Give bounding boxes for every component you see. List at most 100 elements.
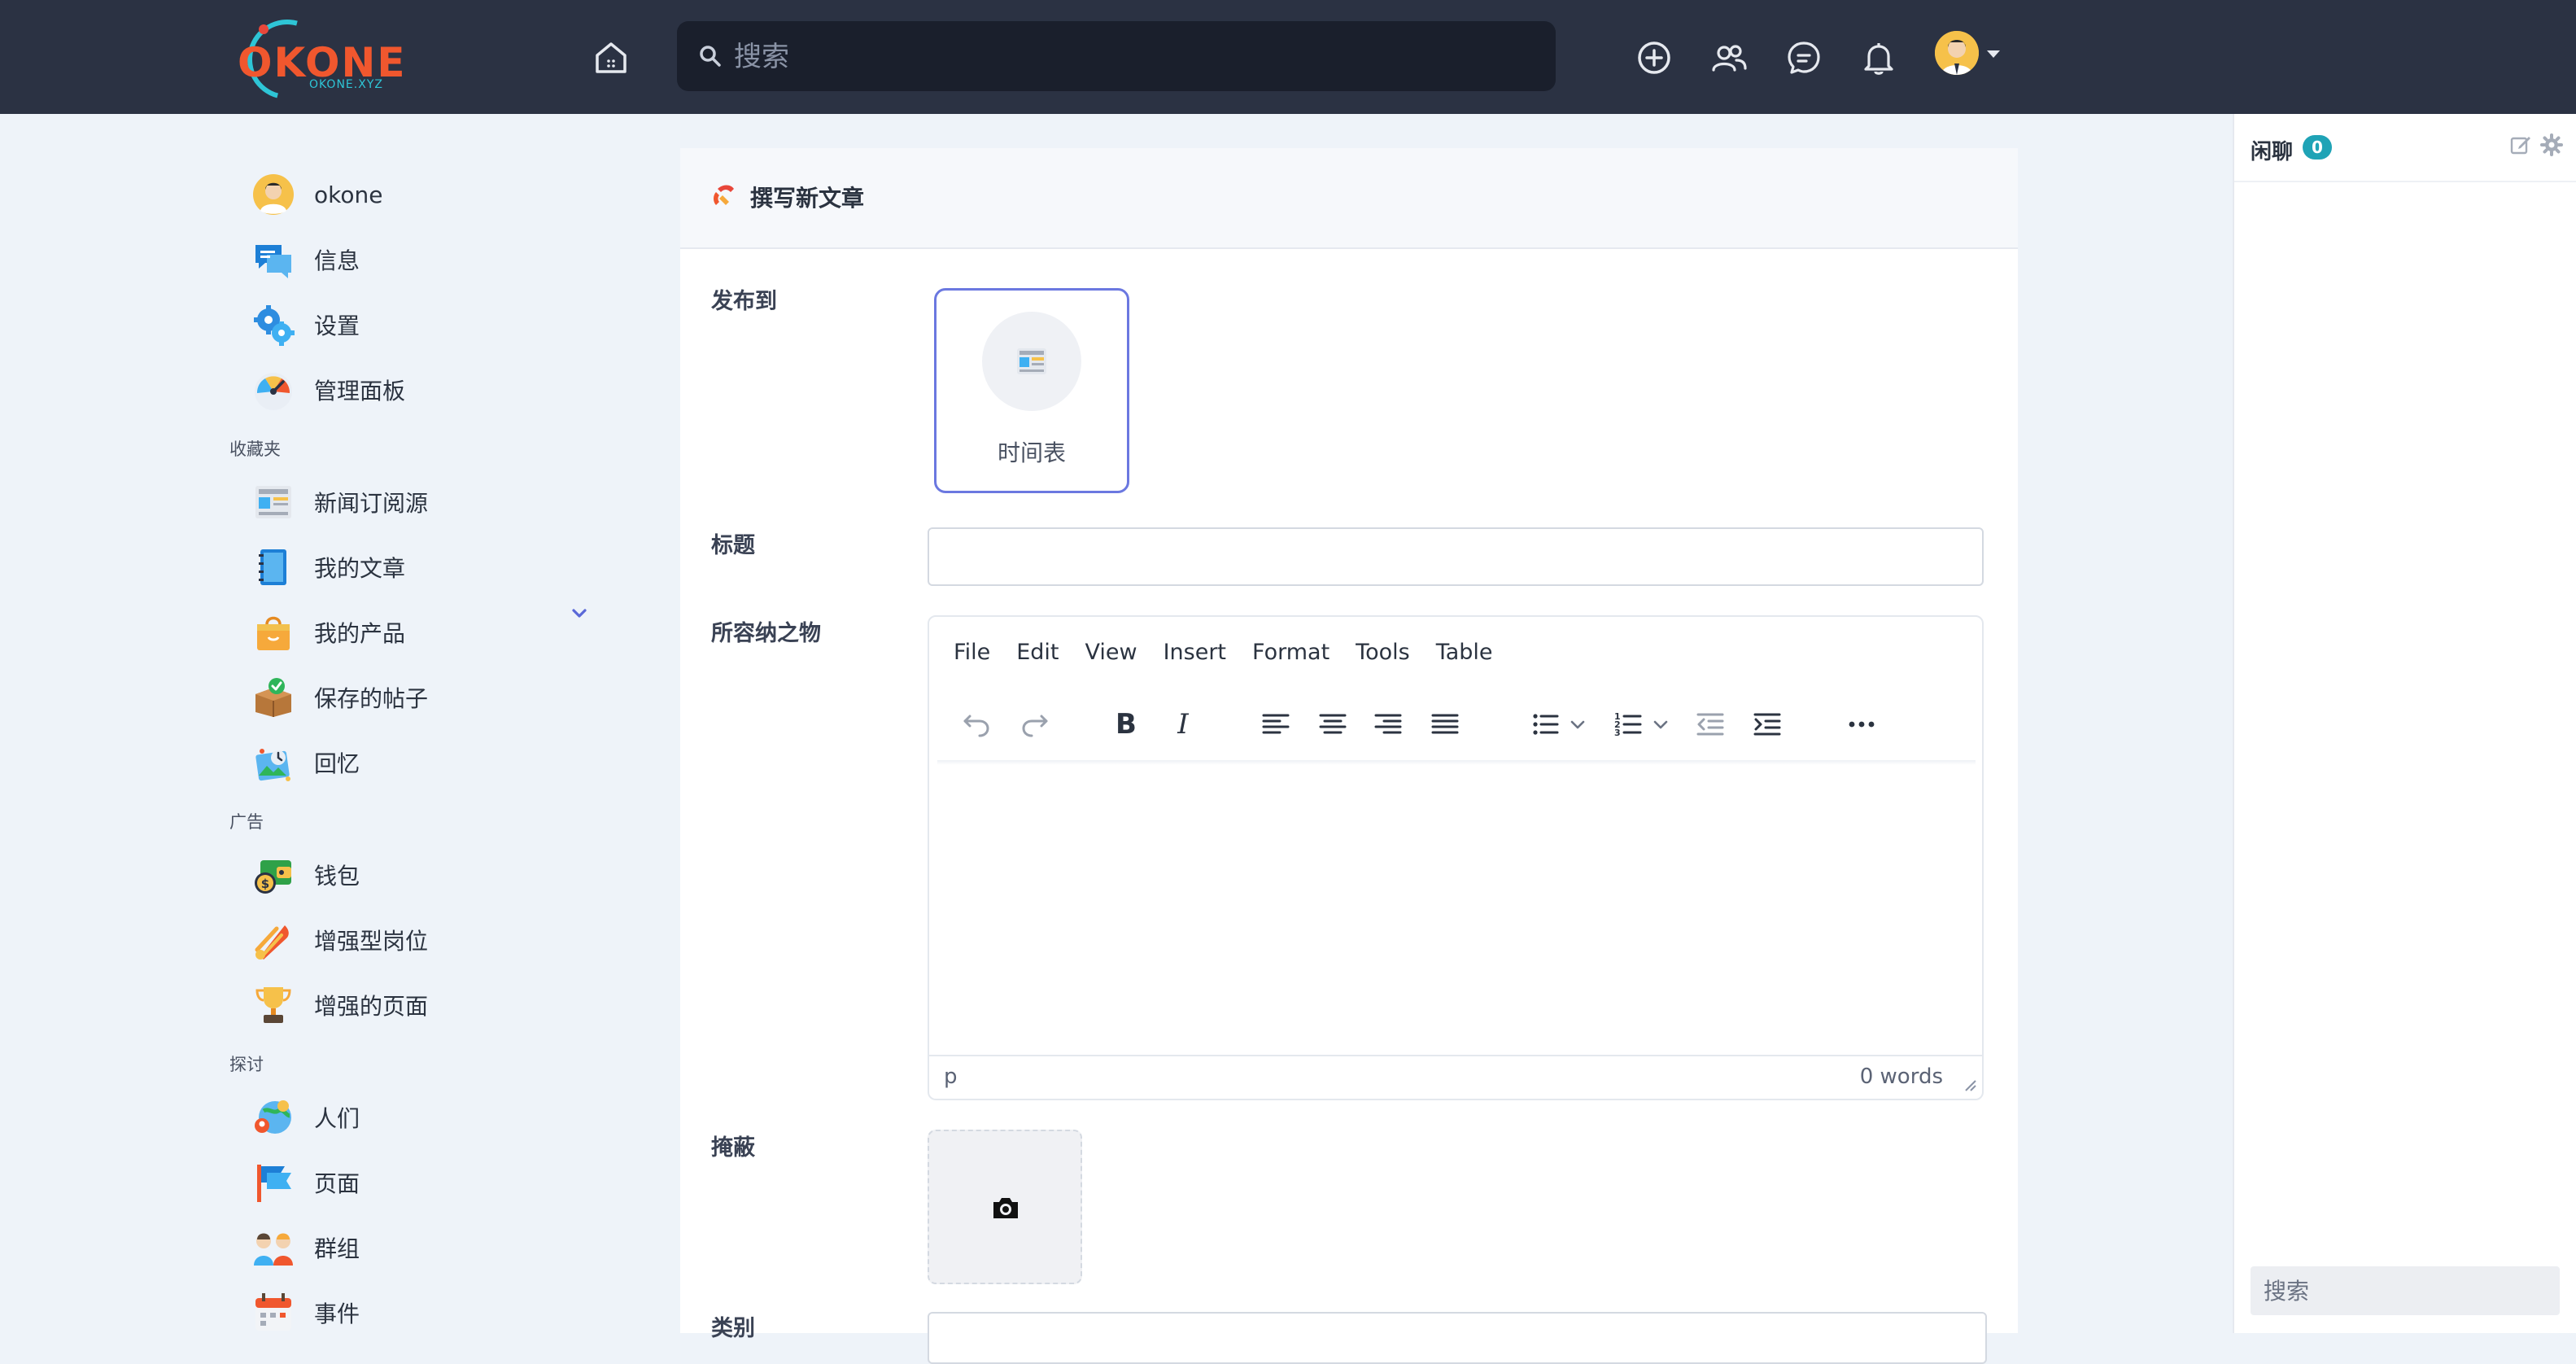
sidebar-item-news-feed[interactable]: 新闻订阅源 — [252, 477, 428, 527]
caret-down-icon[interactable] — [1987, 50, 2000, 58]
sidebar-item-label: 设置 — [314, 313, 360, 339]
chat-icon[interactable] — [1785, 39, 1823, 77]
publish-target-label: 时间表 — [997, 439, 1066, 466]
menu-edit[interactable]: Edit — [1016, 640, 1059, 665]
home-icon[interactable] — [592, 39, 630, 77]
news-feed-icon — [252, 481, 295, 523]
group-icon — [252, 1226, 295, 1269]
numbered-list-icon[interactable]: 123 — [1613, 708, 1645, 741]
sidebar-item-label: 增强的页面 — [314, 993, 429, 1020]
page-title: 撰写新文章 — [750, 185, 865, 212]
menu-tools[interactable]: Tools — [1356, 640, 1410, 665]
sidebar-item-settings[interactable]: 设置 — [252, 299, 360, 350]
edit-icon[interactable] — [2509, 133, 2532, 156]
cover-upload-box[interactable] — [928, 1130, 1082, 1284]
category-label: 类别 — [711, 1316, 755, 1341]
sidebar-item-label: 增强型岗位 — [314, 928, 429, 955]
align-center-icon[interactable] — [1316, 708, 1349, 741]
numbered-list-dropdown-icon[interactable] — [1650, 708, 1671, 741]
chat-search-input[interactable] — [2251, 1266, 2560, 1315]
title-input[interactable] — [928, 527, 1984, 586]
title-label: 标题 — [711, 533, 755, 558]
publish-target-timeline[interactable]: 时间表 — [934, 288, 1129, 493]
sidebar-item-people[interactable]: 人们 — [252, 1092, 360, 1143]
sidebar-item-label: 钱包 — [314, 863, 360, 890]
blog-edit-icon — [709, 181, 737, 208]
top-navbar: OKONE OKONE.XYZ — [0, 0, 2576, 114]
category-select[interactable] — [928, 1312, 1987, 1364]
settings-gear-icon — [252, 304, 295, 346]
bold-icon[interactable]: B — [1110, 708, 1142, 741]
menu-table[interactable]: Table — [1436, 640, 1493, 665]
chat-header-divider — [2234, 181, 2576, 182]
logo-dot-shape — [259, 24, 269, 34]
word-count[interactable]: 0 words — [1860, 1065, 1943, 1089]
card-header: 撰写新文章 — [680, 148, 2018, 249]
shopping-bag-icon — [252, 611, 295, 654]
sidebar-item-saved-posts[interactable]: 保存的帖子 — [252, 672, 428, 723]
bell-icon[interactable] — [1860, 39, 1897, 77]
sidebar-item-messages[interactable]: 信息 — [252, 234, 360, 285]
chat-count-badge: 0 — [2303, 135, 2332, 160]
wallet-icon: $ — [252, 854, 295, 896]
menu-view[interactable]: View — [1085, 640, 1137, 665]
global-search-bar — [677, 21, 1556, 91]
menu-insert[interactable]: Insert — [1164, 640, 1226, 665]
editor-content-area[interactable] — [929, 765, 1982, 1055]
sidebar-item-events[interactable]: 事件 — [252, 1287, 360, 1338]
sidebar-item-groups[interactable]: 群组 — [252, 1222, 360, 1273]
logo[interactable]: OKONE OKONE.XYZ — [233, 5, 405, 114]
align-left-icon[interactable] — [1260, 708, 1292, 741]
italic-icon[interactable]: I — [1167, 708, 1199, 741]
section-heading-ads: 广告 — [229, 812, 264, 832]
sidebar-item-pages[interactable]: 页面 — [252, 1157, 360, 1208]
sidebar-item-boosted-posts[interactable]: 增强型岗位 — [252, 915, 428, 965]
calendar-icon — [252, 1292, 295, 1334]
align-right-icon[interactable] — [1372, 708, 1404, 741]
publish-to-label: 发布到 — [711, 289, 777, 314]
boost-rocket-icon — [252, 919, 295, 961]
resize-handle-icon[interactable] — [1961, 1076, 1977, 1092]
align-justify-icon[interactable] — [1429, 708, 1461, 741]
sidebar-item-my-products[interactable]: 我的产品 — [252, 607, 405, 658]
svg-text:$: $ — [261, 877, 269, 891]
chevron-down-icon[interactable] — [570, 604, 589, 623]
users-icon[interactable] — [1710, 39, 1748, 77]
sidebar-item-my-articles[interactable]: 我的文章 — [252, 542, 405, 592]
new-article-card: 撰写新文章 发布到 时间表 标题 所容纳之物 File Edit View In… — [680, 148, 2018, 1364]
bullet-list-dropdown-icon[interactable] — [1567, 708, 1588, 741]
editor-toolbar: B I 123 — [929, 698, 1982, 752]
sidebar-item-label: 群组 — [314, 1235, 360, 1262]
sidebar-item-wallet[interactable]: $ 钱包 — [252, 850, 360, 900]
sidebar-item-memories[interactable]: 回忆 — [252, 737, 360, 788]
more-options-icon[interactable] — [1845, 708, 1878, 741]
sidebar-item-label: 我的文章 — [314, 555, 406, 582]
menu-format[interactable]: Format — [1252, 640, 1329, 665]
rich-text-editor: File Edit View Insert Format Tools Table… — [928, 615, 1984, 1100]
avatar[interactable] — [1935, 31, 1979, 75]
flag-icon — [252, 1161, 295, 1204]
global-search-input[interactable] — [732, 33, 1533, 81]
indent-icon[interactable] — [1751, 708, 1784, 741]
saved-box-icon — [252, 676, 295, 719]
editor-menubar: File Edit View Insert Format Tools Table — [954, 640, 1519, 665]
sidebar-item-label: 事件 — [314, 1301, 360, 1327]
plus-circle-icon[interactable] — [1635, 39, 1673, 77]
element-path[interactable]: p — [944, 1065, 958, 1089]
memories-icon — [252, 741, 295, 784]
undo-icon[interactable] — [960, 708, 993, 741]
sidebar-item-admin-panel[interactable]: 管理面板 — [252, 365, 405, 415]
editor-statusbar: p 0 words — [929, 1055, 1982, 1099]
menu-file[interactable]: File — [954, 640, 990, 665]
redo-icon[interactable] — [1019, 708, 1051, 741]
sidebar-item-label: okone — [314, 181, 383, 208]
sidebar-item-boosted-pages[interactable]: 增强的页面 — [252, 980, 428, 1030]
gear-icon[interactable] — [2540, 133, 2563, 156]
bullet-list-icon[interactable] — [1530, 708, 1562, 741]
camera-icon — [991, 1193, 1020, 1222]
sidebar-item-profile[interactable]: okone — [252, 169, 382, 220]
sidebar-item-label: 页面 — [314, 1170, 360, 1197]
messages-icon — [252, 238, 295, 281]
outdent-icon[interactable] — [1694, 708, 1727, 741]
dashboard-gauge-icon — [252, 369, 295, 411]
